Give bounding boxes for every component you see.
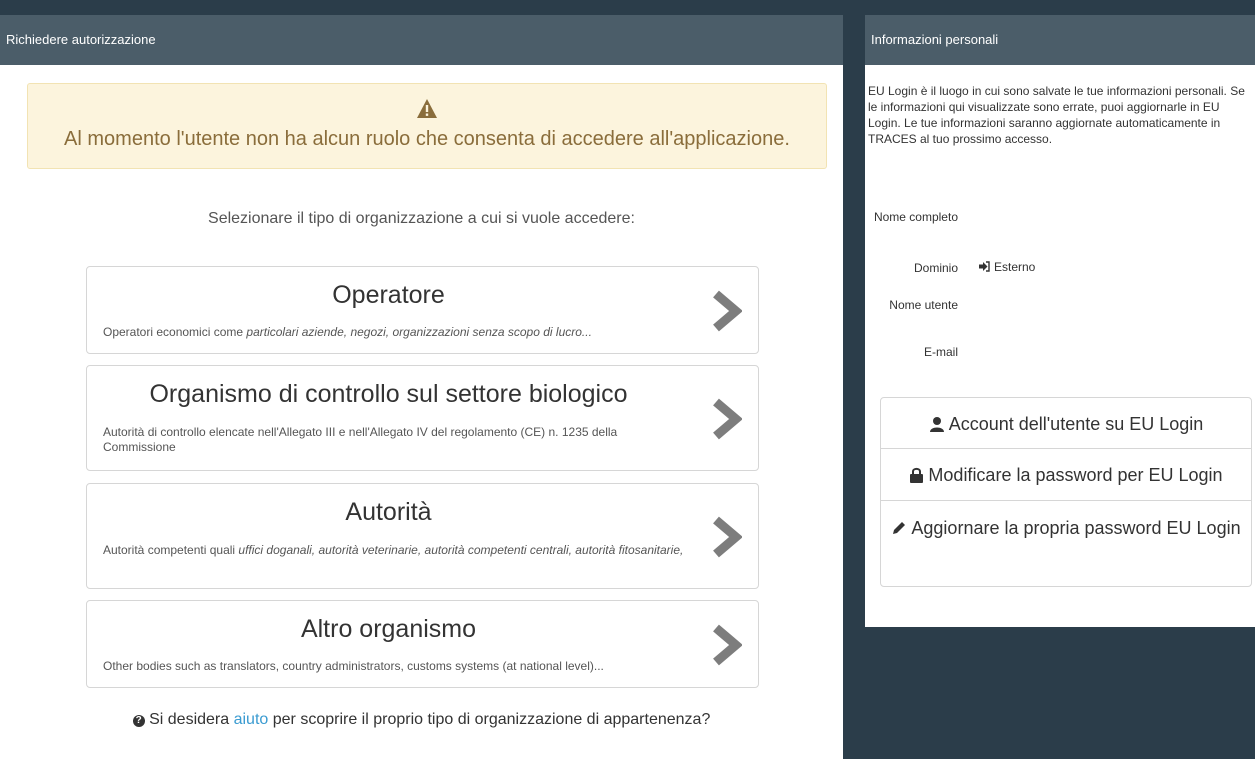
user-icon — [929, 417, 944, 432]
org-option-operatore[interactable]: Operatore Operatori economici come parti… — [86, 266, 759, 354]
full-name-value-redacted — [973, 201, 1133, 237]
email-value-redacted — [973, 337, 1113, 365]
org-description: Other bodies such as translators, countr… — [103, 659, 604, 673]
organization-type-prompt: Selezionare il tipo di organizzazione a … — [208, 210, 635, 227]
no-role-alert: Al momento l'utente non ha alcun ruolo c… — [27, 83, 827, 169]
chevron-right-icon — [713, 624, 742, 666]
panel-title: Informazioni personali — [865, 15, 1255, 65]
org-description: Autorità competenti quali uffici doganal… — [103, 543, 684, 557]
help-text-after: per scoprire il proprio tipo di organizz… — [268, 711, 711, 728]
pencil-icon — [893, 522, 906, 534]
org-option-autorita[interactable]: Autorità Autorità competenti quali uffic… — [86, 483, 759, 589]
org-option-altro-organismo[interactable]: Altro organismo Other bodies such as tra… — [86, 600, 759, 688]
chevron-right-icon — [713, 516, 742, 558]
email-label: E-mail — [923, 345, 958, 359]
change-password-button[interactable]: Modificare la password per EU Login — [880, 448, 1252, 501]
sign-in-icon — [979, 261, 990, 272]
help-link[interactable]: aiuto — [234, 711, 269, 728]
chevron-right-icon — [713, 398, 742, 440]
eu-login-account-button[interactable]: Account dell'utente su EU Login — [880, 397, 1252, 449]
org-description: Autorità di controllo elencate nell'Alle… — [103, 425, 618, 454]
org-description: Operatori economici come particolari azi… — [103, 325, 592, 339]
username-label: Nome utente — [889, 298, 958, 312]
org-title: Organismo di controllo sul settore biolo… — [149, 380, 628, 408]
chevron-right-icon — [713, 290, 742, 332]
question-circle-icon: ? — [132, 715, 145, 727]
alert-message: Al momento l'utente non ha alcun ruolo c… — [64, 128, 790, 150]
org-title: Altro organismo — [300, 615, 477, 643]
domain-label: Dominio — [913, 261, 958, 275]
domain-value: Esterno — [978, 260, 1035, 274]
username-value-redacted — [973, 291, 1063, 321]
org-title: Operatore — [332, 281, 445, 309]
org-title: Autorità — [345, 498, 432, 526]
org-option-organismo-controllo[interactable]: Organismo di controllo sul settore biolo… — [86, 365, 759, 471]
request-authorization-panel: Richiedere autorizzazione Al momento l'u… — [0, 15, 843, 759]
help-text-before: Si desidera — [149, 711, 234, 728]
personal-info-panel: Informazioni personali EU Login è il luo… — [865, 15, 1255, 627]
help-line: ? Si desidera aiuto per scoprire il prop… — [0, 711, 843, 729]
eu-login-info-text: EU Login è il luogo in cui sono salvate … — [868, 84, 1245, 146]
update-password-button[interactable]: Aggiornare la propria password EU Login — [880, 500, 1252, 587]
panel-title: Richiedere autorizzazione — [0, 15, 843, 65]
warning-icon — [28, 98, 826, 120]
full-name-label: Nome completo — [873, 210, 958, 224]
lock-icon — [910, 467, 924, 483]
